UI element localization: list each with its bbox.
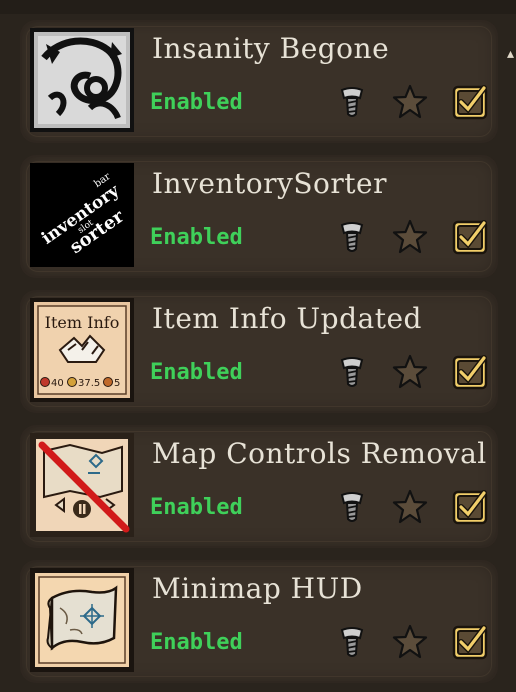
mod-thumbnail-inventorysorter: inventory bar slot sorter — [30, 163, 134, 267]
star-icon[interactable] — [390, 487, 430, 527]
mod-thumbnail-item-info-updated: Item Info 40 37.5 5 — [30, 298, 134, 402]
checkbox-checked-icon[interactable] — [450, 82, 490, 122]
mod-thumbnail-insanity-begone — [30, 28, 134, 132]
checkbox-checked-icon[interactable] — [450, 487, 490, 527]
mod-thumbnail-map-controls-removal — [30, 433, 134, 537]
mod-row-map-controls-removal[interactable]: Map Controls Removal Enabled — [20, 425, 498, 548]
checkbox-checked-icon[interactable] — [450, 622, 490, 662]
mod-status: Enabled — [150, 90, 243, 115]
screw-icon[interactable] — [332, 487, 372, 527]
mod-title: Map Controls Removal — [152, 437, 487, 470]
screw-icon[interactable] — [332, 352, 372, 392]
screw-icon[interactable] — [332, 217, 372, 257]
mod-status: Enabled — [150, 360, 243, 385]
mod-title: Minimap HUD — [152, 572, 363, 605]
card-value-1: 40 — [51, 378, 64, 389]
checkbox-checked-icon[interactable] — [450, 352, 490, 392]
card-value-2: 37.5 — [78, 378, 100, 389]
card-value-3: 5 — [114, 378, 120, 389]
star-icon[interactable] — [390, 622, 430, 662]
mod-title: Item Info Updated — [152, 302, 422, 335]
star-icon[interactable] — [390, 217, 430, 257]
mod-status: Enabled — [150, 225, 243, 250]
mod-row-insanity-begone[interactable]: Insanity Begone Enabled — [20, 20, 498, 143]
star-icon[interactable] — [390, 82, 430, 122]
mod-status: Enabled — [150, 495, 243, 520]
mod-title: InventorySorter — [152, 167, 387, 200]
star-icon[interactable] — [390, 352, 430, 392]
mod-row-item-info-updated[interactable]: Item Info 40 37.5 5 Item Info Updated En… — [20, 290, 498, 413]
mod-list: Insanity Begone Enabled inventory bar sl… — [0, 0, 516, 692]
mod-thumbnail-minimap-hud — [30, 568, 134, 672]
mod-status: Enabled — [150, 630, 243, 655]
screw-icon[interactable] — [332, 82, 372, 122]
mod-row-minimap-hud[interactable]: Minimap HUD Enabled — [20, 560, 498, 683]
card-heading: Item Info — [45, 313, 120, 332]
checkbox-checked-icon[interactable] — [450, 217, 490, 257]
screw-icon[interactable] — [332, 622, 372, 662]
mod-row-inventorysorter[interactable]: inventory bar slot sorter InventorySorte… — [20, 155, 498, 278]
mod-title: Insanity Begone — [152, 32, 390, 65]
